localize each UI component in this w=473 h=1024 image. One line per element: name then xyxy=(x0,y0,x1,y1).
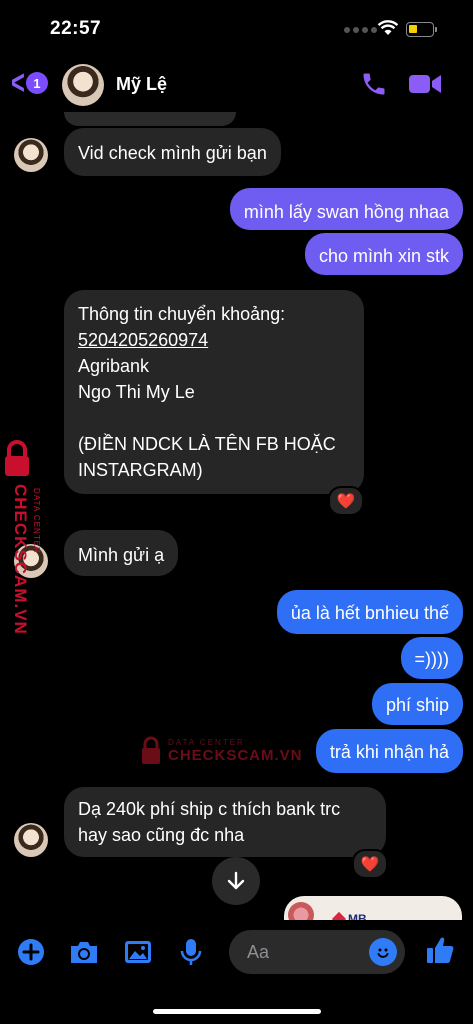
previous-image-message[interactable] xyxy=(64,112,236,126)
signal-icon xyxy=(344,27,377,33)
phone-icon[interactable] xyxy=(360,70,388,103)
chat-header: < 1 Mỹ Lệ xyxy=(0,56,473,112)
scroll-to-bottom-button[interactable] xyxy=(212,857,260,905)
back-button[interactable]: < 1 xyxy=(8,64,48,102)
status-bar: 22:57 xyxy=(0,0,473,56)
thumbs-up-icon[interactable] xyxy=(424,934,456,966)
arrow-down-icon xyxy=(227,871,245,890)
avatar xyxy=(14,138,48,172)
message-outgoing[interactable]: phí ship xyxy=(371,683,463,725)
microphone-icon[interactable] xyxy=(175,936,207,968)
watermark: DATA CENTER CHECKSCAM.VN xyxy=(140,736,303,766)
avatar xyxy=(14,823,48,857)
message-line: Thông tin chuyển khoảng: xyxy=(78,304,286,324)
watermark-text: CHECKSCAM.VN xyxy=(168,747,303,764)
wifi-icon xyxy=(377,19,399,41)
back-chevron-icon: < xyxy=(10,64,25,102)
message-outgoing[interactable]: =)))) xyxy=(400,637,463,679)
message-input-placeholder: Aa xyxy=(247,942,270,962)
image-icon[interactable] xyxy=(122,936,154,968)
message-incoming[interactable]: Dạ 240k phí ship c thích bank trc hay sa… xyxy=(64,787,386,857)
plus-icon[interactable] xyxy=(15,936,47,968)
contact-name[interactable]: Mỹ Lệ xyxy=(116,74,167,95)
account-number-link[interactable]: 5204205260974 xyxy=(78,327,350,353)
message-line: Agribank xyxy=(78,356,150,376)
message-line: Ngo Thi My Le xyxy=(78,382,195,402)
heart-reaction[interactable]: ❤️ xyxy=(328,486,364,516)
battery-icon xyxy=(406,22,437,37)
message-incoming[interactable]: Vid check mình gửi bạn xyxy=(64,128,281,176)
message-outgoing[interactable]: mình lấy swan hồng nhaa xyxy=(229,188,463,230)
video-camera-icon[interactable] xyxy=(408,72,442,101)
message-outgoing[interactable]: trả khi nhận hả xyxy=(315,729,463,773)
watermark-subtext: DATA CENTER xyxy=(32,488,41,554)
camera-icon[interactable] xyxy=(68,936,100,968)
unread-badge: 1 xyxy=(25,72,48,94)
message-input[interactable]: Aa xyxy=(229,930,405,974)
watermark: CHECKSCAM.VN DATA CENTER xyxy=(2,440,42,640)
message-outgoing[interactable]: ủa là hết bnhieu thế xyxy=(276,590,463,634)
watermark-subtext: DATA CENTER xyxy=(168,738,245,747)
contact-avatar[interactable] xyxy=(62,64,104,106)
emoji-icon[interactable] xyxy=(369,938,397,966)
home-indicator xyxy=(153,1009,321,1014)
message-incoming-bank-info[interactable]: Thông tin chuyển khoảng: 5204205260974 A… xyxy=(64,290,364,494)
watermark-text: CHECKSCAM.VN xyxy=(11,484,30,635)
heart-reaction[interactable]: ❤️ xyxy=(352,849,388,879)
message-incoming[interactable]: Mình gửi ạ xyxy=(64,530,179,576)
message-list[interactable]: Vid check mình gửi bạn mình lấy swan hồn… xyxy=(0,112,473,920)
clock: 22:57 xyxy=(50,18,102,39)
message-composer: Aa xyxy=(0,920,473,1024)
message-line: (ĐIỀN NDCK LÀ TÊN FB HOẶC INSTARGRAM) xyxy=(78,434,336,480)
message-outgoing[interactable]: cho mình xin stk xyxy=(304,233,463,275)
